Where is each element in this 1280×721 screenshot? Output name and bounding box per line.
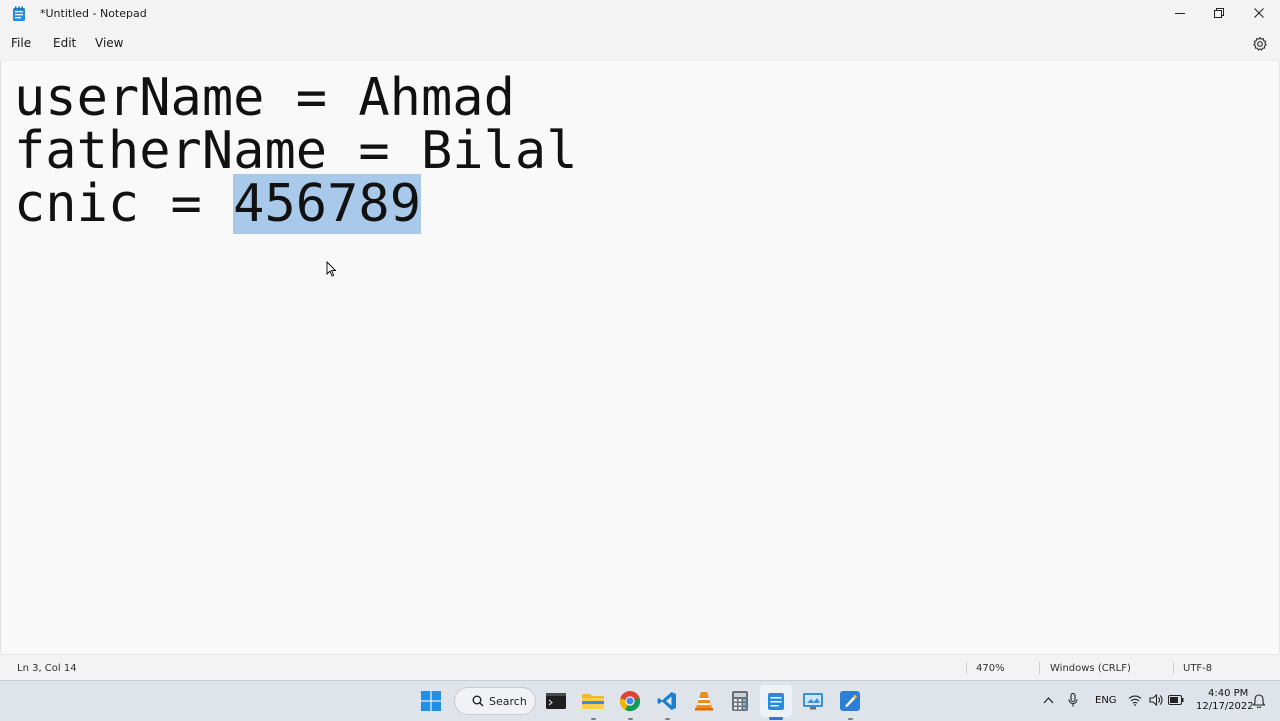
terminal-icon <box>546 693 566 709</box>
taskbar-paint[interactable] <box>838 689 862 713</box>
editor-line-3: cnic = 456789 <box>14 174 421 234</box>
encoding: UTF-8 <box>1183 663 1213 674</box>
taskbar-vscode[interactable] <box>655 689 679 713</box>
menu-bar: File Edit View <box>0 28 1280 61</box>
windows-start-icon <box>421 691 441 711</box>
file-explorer-icon <box>582 694 604 709</box>
control-panel-icon <box>803 693 823 710</box>
taskbar-control-panel[interactable] <box>801 689 825 713</box>
editor-line-1: userName = Ahmad <box>14 68 515 128</box>
restore-icon <box>1214 8 1224 18</box>
taskbar-search[interactable]: Search <box>454 687 536 715</box>
selected-text: 456789 <box>233 174 421 234</box>
chrome-icon <box>620 691 641 712</box>
vlc-icon <box>695 692 713 711</box>
paint-icon <box>840 691 860 711</box>
battery-icon[interactable] <box>1168 695 1184 705</box>
menu-edit[interactable]: Edit <box>53 36 76 50</box>
notepad-icon <box>768 693 784 710</box>
menu-file[interactable]: File <box>11 36 31 50</box>
status-divider <box>1173 662 1174 674</box>
menu-view[interactable]: View <box>95 36 123 50</box>
text-editor[interactable]: userName = Ahmad fatherName = Bilal cnic… <box>0 61 1280 653</box>
search-label: Search <box>489 694 527 708</box>
editor-line-2: fatherName = Bilal <box>14 121 578 181</box>
status-bar: Ln 3, Col 14 470% Windows (CRLF) UTF-8 <box>0 654 1280 681</box>
zoom-level: 470% <box>976 663 1005 674</box>
cursor-position: Ln 3, Col 14 <box>17 663 77 674</box>
chevron-up-icon[interactable] <box>1043 696 1054 704</box>
title-bar: *Untitled - Notepad <box>0 0 1280 28</box>
start-button[interactable] <box>419 689 443 713</box>
editor-line-3-text: cnic = <box>14 174 234 234</box>
close-button[interactable] <box>1240 0 1278 26</box>
taskbar-notepad[interactable] <box>764 689 788 713</box>
window-title: *Untitled - Notepad <box>40 7 147 20</box>
notepad-icon <box>13 6 25 21</box>
mouse-cursor-icon <box>326 261 336 277</box>
vscode-icon <box>657 692 676 710</box>
taskbar: Search ENG 4:40 PM 12/17/2022 <box>0 680 1280 721</box>
clock-date[interactable]: 12/17/2022 <box>1196 701 1254 712</box>
taskbar-vlc[interactable] <box>692 689 716 713</box>
status-divider <box>1039 662 1040 674</box>
taskbar-chrome[interactable] <box>618 689 642 713</box>
calculator-icon <box>732 691 748 711</box>
search-icon <box>472 695 484 707</box>
minimize-button[interactable] <box>1161 0 1199 26</box>
notification-icon[interactable] <box>1253 694 1265 708</box>
restore-button[interactable] <box>1200 0 1238 26</box>
language-indicator[interactable]: ENG <box>1095 695 1117 706</box>
microphone-icon[interactable] <box>1068 693 1078 707</box>
line-ending: Windows (CRLF) <box>1050 663 1131 674</box>
clock-time[interactable]: 4:40 PM <box>1208 688 1248 699</box>
gear-icon[interactable] <box>1252 36 1268 52</box>
wifi-icon[interactable] <box>1128 694 1142 706</box>
status-divider <box>966 662 967 674</box>
close-icon <box>1254 8 1264 18</box>
volume-icon[interactable] <box>1149 694 1163 706</box>
taskbar-file-explorer[interactable] <box>581 689 605 713</box>
taskbar-calculator[interactable] <box>728 689 752 713</box>
taskbar-terminal[interactable] <box>544 689 568 713</box>
minimize-icon <box>1175 13 1185 14</box>
